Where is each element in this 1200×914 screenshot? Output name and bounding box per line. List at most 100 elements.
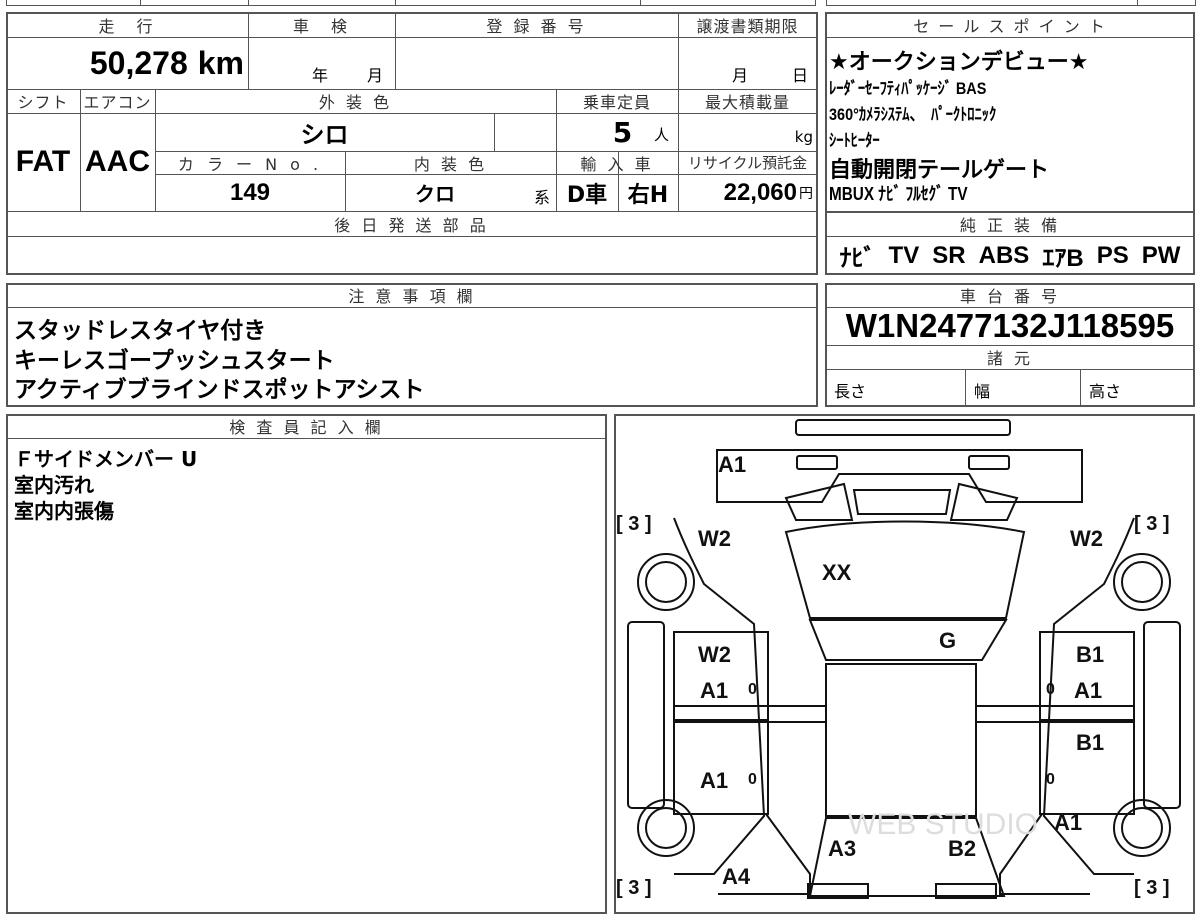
inspector-line: Ｆサイドメンバー U — [14, 447, 198, 471]
recycle-number: 22,060 — [723, 178, 797, 206]
front-bumper-damage: A1 — [718, 452, 746, 477]
right-front-door-damage: A1 — [1074, 678, 1102, 703]
inspection-label: 車 検 — [292, 16, 350, 36]
color-no-label: カ ラ ー N o . — [177, 154, 323, 174]
notes-line: アクティブブラインドスポットアシスト — [14, 377, 425, 403]
divider — [494, 113, 495, 151]
top-strip-divider — [1137, 0, 1138, 6]
tire-tread-bl: [ 3 ] — [616, 877, 652, 899]
equipment-item: ABS — [978, 241, 1030, 269]
recycle-label: リサイクル預託金 — [687, 154, 808, 172]
length-label: 長さ — [834, 382, 867, 401]
divider — [6, 236, 817, 237]
left-front-fender-damage: W2 — [698, 526, 731, 551]
inspector-box — [6, 414, 607, 914]
width-label: 幅 — [974, 382, 991, 401]
registration-label: 登 録 番 号 — [486, 16, 587, 36]
zero-mark: 0 — [748, 681, 757, 698]
interior-color-value: クロ — [415, 182, 455, 206]
notes-line: スタッドレスタイヤ付き — [14, 318, 267, 344]
equipment-item: PS — [1096, 241, 1129, 269]
equipment-label: 純 正 装 備 — [959, 215, 1061, 235]
exterior-color-label: 外 装 色 — [318, 93, 393, 112]
left-rear-fender-damage: A4 — [722, 864, 751, 889]
inspector-line: 室内内張傷 — [14, 499, 114, 523]
inspection-year-unit: 年 — [311, 66, 328, 85]
top-strip-right — [826, 0, 1196, 6]
recycle-unit: 円 — [799, 184, 813, 201]
max-load-label: 最大積載量 — [704, 93, 790, 112]
zero-mark: 0 — [748, 771, 757, 788]
divider — [825, 369, 1194, 370]
transfer-deadline-label: 譲渡書類期限 — [696, 16, 799, 36]
divider — [825, 37, 1194, 38]
capacity-unit: 人 — [653, 126, 669, 144]
ac-label: エアコン — [83, 93, 152, 112]
mileage-number: 50,278 — [89, 44, 188, 81]
equipment-item: ﾅﾋﾞ — [839, 245, 876, 272]
interior-color-label: 内 装 色 — [413, 154, 488, 174]
tire-tread-tr: [ 3 ] — [1134, 513, 1170, 535]
right-rear-door-damage: B1 — [1076, 730, 1104, 755]
spec-label: 諸 元 — [986, 349, 1034, 368]
mileage-unit: km — [197, 44, 244, 81]
height-label: 高さ — [1089, 382, 1122, 401]
capacity-label: 乗車定員 — [582, 93, 651, 112]
equipment-item: TV — [888, 241, 920, 269]
tire-tread-br: [ 3 ] — [1134, 877, 1170, 899]
inspector-line: 室内汚れ — [14, 473, 94, 497]
divider — [6, 307, 817, 308]
shift-value: FAT — [15, 145, 71, 178]
top-strip-divider — [140, 0, 141, 6]
equipment-item: SR — [932, 241, 966, 269]
sales-point-label: セ ー ル ス ポ イ ン ト — [913, 16, 1107, 36]
tire-tread-tl: [ 3 ] — [616, 513, 652, 535]
interior-color-suffix: 系 — [533, 187, 550, 207]
hood-damage: XX — [822, 560, 852, 585]
watermark-text: WEB STUDIO — [848, 808, 1038, 841]
exterior-color-value: シロ — [300, 120, 349, 149]
sales-point-line: MBUX ﾅﾋﾞ ﾌﾙｾｸﾞ TV — [829, 184, 968, 204]
divider — [6, 438, 606, 439]
ac-value: AAC — [85, 145, 150, 178]
zero-mark: 0 — [1046, 681, 1055, 698]
top-strip-divider — [248, 0, 249, 6]
sales-point-line: ｼｰﾄﾋｰﾀｰ — [829, 131, 880, 150]
inspector-label: 検 査 員 記 入 欄 — [229, 418, 384, 437]
top-strip-divider — [640, 0, 641, 6]
inspection-month-unit: 月 — [366, 66, 383, 85]
recycle-value: 22,060 円 — [678, 174, 817, 211]
left-front-door-damage: A1 — [700, 678, 728, 703]
divider — [965, 369, 966, 406]
capacity-value: 5 — [612, 115, 633, 149]
trunk-left-damage: A3 — [828, 836, 856, 861]
import-value: D車 — [566, 182, 608, 208]
equipment-items: ﾅﾋﾞ TV SR ABS ｴｱB PS PW — [825, 237, 1195, 274]
windshield-damage: G — [939, 628, 956, 653]
left-rear-door-damage: A1 — [700, 768, 728, 793]
import-label: 輸 入 車 — [580, 154, 654, 174]
right-front-door-damage: B1 — [1076, 642, 1104, 667]
top-strip — [6, 0, 816, 6]
color-no-value: 149 — [229, 178, 271, 206]
max-load-unit: kg — [794, 127, 813, 146]
equipment-item: ｴｱB — [1042, 245, 1084, 272]
car-diagram: WEB STUDIO A1 XX G W2 W2 W2 A1 B1 A1 A1 … — [616, 419, 1181, 899]
transfer-month-unit: 月 — [731, 66, 748, 85]
notes-label: 注 意 事 項 欄 — [348, 287, 476, 306]
chassis-number: W1N2477132J118595 — [845, 307, 1175, 344]
trunk-right-damage: B2 — [948, 836, 976, 861]
divider — [1080, 369, 1081, 406]
shift-label: シフト — [17, 93, 69, 112]
left-front-door-damage: W2 — [698, 642, 731, 667]
right-rear-fender-damage: A1 — [1054, 810, 1082, 835]
zero-mark: 0 — [1046, 771, 1055, 788]
mileage-label: 走 行 — [98, 16, 156, 36]
sales-point-line: ﾚｰﾀﾞｰｾｰﾌﾃｨﾊﾟｯｹｰｼﾞ BAS — [829, 79, 987, 98]
top-strip-divider — [395, 0, 396, 6]
mileage-value: 50,278 km — [6, 37, 248, 89]
transfer-day-unit: 日 — [791, 66, 808, 85]
chassis-label: 車 台 番 号 — [959, 287, 1061, 306]
later-parts-label: 後 日 発 送 部 品 — [334, 215, 489, 235]
equipment-item: PW — [1141, 241, 1181, 269]
